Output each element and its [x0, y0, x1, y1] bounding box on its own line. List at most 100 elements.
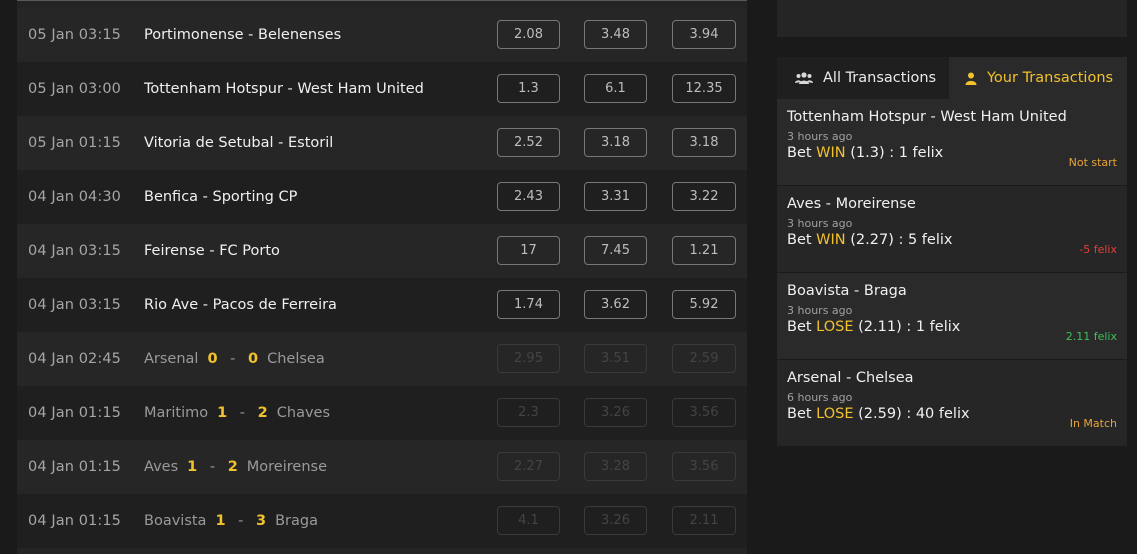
transactions-tabs: All Transactions Your Transactions: [777, 57, 1127, 99]
odds-away-button[interactable]: 5.92: [672, 290, 736, 319]
tab-all-label: All Transactions: [823, 70, 937, 86]
bet-detail: (2.27) : 5 felix: [850, 232, 953, 248]
odds-away-button[interactable]: 3.22: [672, 182, 736, 211]
match-teams: Tottenham Hotspur - West Ham United: [144, 81, 424, 97]
transaction-item[interactable]: Aves - Moreirense 3 hours ago Bet WIN (2.2…: [777, 186, 1127, 272]
odds-draw-button: 3.26: [584, 398, 647, 427]
bet-pick: LOSE: [816, 406, 854, 422]
user-icon: [965, 72, 977, 85]
odds-away-button[interactable]: 1.21: [672, 236, 736, 265]
away-team: Braga: [275, 513, 318, 529]
odds-away-button: 3.56: [672, 398, 736, 427]
odds-draw-button[interactable]: 3.62: [584, 290, 647, 319]
bet-prefix: Bet: [787, 232, 812, 248]
bet-detail: (2.11) : 1 felix: [858, 319, 961, 335]
match-row[interactable]: 05 Jan 03:00 Tottenham Hotspur - West Ham…: [17, 62, 747, 116]
odds-home-button[interactable]: 1.74: [497, 290, 560, 319]
tab-all-transactions[interactable]: All Transactions: [777, 57, 949, 99]
odds-home-button[interactable]: 2.43: [497, 182, 560, 211]
teams-separator: -: [273, 135, 288, 151]
odds-home-button[interactable]: 2.08: [497, 20, 560, 49]
bet-prefix: Bet: [787, 145, 812, 161]
match-time: 04 Jan 02:45: [28, 351, 122, 367]
match-row[interactable]: 04 Jan 02:45 Arsenal 0 - 0 Chelsea 2.95 3.51 2…: [17, 332, 747, 386]
home-score: 0: [207, 351, 218, 367]
odds-draw-button: 3.28: [584, 452, 647, 481]
match-row[interactable]: 04 Jan 03:15 Rio Ave - Pacos de Ferreira 1…: [17, 278, 747, 332]
away-team: FC Porto: [219, 243, 280, 259]
tab-your-label: Your Transactions: [987, 70, 1114, 86]
transaction-match: Boavista - Braga: [787, 283, 907, 299]
top-panel: [777, 0, 1127, 37]
transaction-time: 3 hours ago: [787, 217, 853, 230]
match-row[interactable]: 04 Jan 04:30 Benfica - Sporting CP 2.43 3.3…: [17, 170, 747, 224]
home-team: Aves: [144, 459, 179, 475]
odds-away-button: 3.56: [672, 452, 736, 481]
match-teams: Benfica - Sporting CP: [144, 189, 297, 205]
home-score: 1: [217, 405, 228, 421]
transaction-bet: Bet WIN (1.3) : 1 felix: [787, 145, 1117, 161]
transaction-match: Arsenal - Chelsea: [787, 370, 914, 386]
transaction-time: 6 hours ago: [787, 391, 853, 404]
away-score: 2: [227, 459, 238, 475]
match-teams: Vitoria de Setubal - Estoril: [144, 135, 333, 151]
odds-home-button: 2.95: [497, 344, 560, 373]
transaction-status: Not start: [1068, 156, 1117, 169]
home-score: 1: [187, 459, 198, 475]
home-team: Maritimo: [144, 405, 209, 421]
match-row[interactable]: 05 Jan 01:15 Vitoria de Setubal - Estoril…: [17, 116, 747, 170]
home-team: Boavista: [144, 513, 207, 529]
transaction-item[interactable]: Boavista - Braga 3 hours ago Bet LOSE (2.1…: [777, 273, 1127, 359]
tab-your-transactions[interactable]: Your Transactions: [949, 57, 1127, 99]
match-time: 04 Jan 03:15: [28, 243, 122, 259]
away-score: 3: [256, 513, 267, 529]
match-row[interactable]: 04 Jan 01:15 Aves 1 - 2 Moreirense 2.27 3.28 3…: [17, 440, 747, 494]
transaction-item[interactable]: Tottenham Hotspur - West Ham United 3 hou…: [777, 99, 1127, 185]
bet-detail: (2.59) : 40 felix: [858, 406, 970, 422]
home-team: Tottenham Hotspur: [144, 81, 283, 97]
odds-draw-button[interactable]: 6.1: [584, 74, 647, 103]
away-score: 2: [257, 405, 268, 421]
match-time: 04 Jan 01:15: [28, 405, 122, 421]
odds-away-button[interactable]: 12.35: [672, 74, 736, 103]
teams-separator: -: [198, 189, 213, 205]
odds-home-button: 2.3: [497, 398, 560, 427]
odds-home-button[interactable]: 1.3: [497, 74, 560, 103]
odds-draw-button[interactable]: 3.31: [584, 182, 647, 211]
odds-draw-button: 3.26: [584, 506, 647, 535]
odds-draw-button[interactable]: 3.18: [584, 128, 647, 157]
matches-table: 05 Jan 03:15 Portimonense - Belenenses 2.0…: [17, 0, 747, 554]
teams-separator: -: [243, 27, 258, 43]
away-team: Sporting CP: [212, 189, 298, 205]
teams-separator: -: [204, 243, 220, 259]
match-row[interactable]: 05 Jan 03:15 Portimonense - Belenenses 2.0…: [17, 8, 747, 62]
bet-pick: WIN: [816, 232, 846, 248]
match-row[interactable]: 04 Jan 01:15 Maritimo 1 - 2 Chaves 2.3 3.26 3.…: [17, 386, 747, 440]
match-row[interactable]: 04 Jan 01:15 Boavista 1 - 3 Braga 4.1 3.26 2.1…: [17, 494, 747, 548]
away-team: Moreirense: [246, 459, 327, 475]
odds-home-button[interactable]: 17: [497, 236, 560, 265]
bet-detail: (1.3) : 1 felix: [850, 145, 944, 161]
odds-home-button: 4.1: [497, 506, 560, 535]
odds-away-button[interactable]: 3.18: [672, 128, 736, 157]
odds-home-button[interactable]: 2.52: [497, 128, 560, 157]
teams-separator: -: [198, 297, 213, 313]
home-team: Vitoria de Setubal: [144, 135, 274, 151]
transaction-status: -5 felix: [1079, 243, 1117, 256]
bet-prefix: Bet: [787, 406, 812, 422]
away-score: 0: [248, 351, 259, 367]
transaction-bet: Bet WIN (2.27) : 5 felix: [787, 232, 1117, 248]
home-team: Feirense: [144, 243, 205, 259]
transaction-status: 2.11 felix: [1065, 330, 1117, 343]
odds-draw-button[interactable]: 3.48: [584, 20, 647, 49]
match-row[interactable]: 04 Jan 03:15 Feirense - FC Porto 17 7.45 1.2…: [17, 224, 747, 278]
transaction-item[interactable]: Arsenal - Chelsea 6 hours ago Bet LOSE (2.…: [777, 360, 1127, 446]
odds-draw-button: 3.51: [584, 344, 647, 373]
match-time: 05 Jan 01:15: [28, 135, 122, 151]
home-team: Arsenal: [144, 351, 199, 367]
away-team: Chaves: [276, 405, 331, 421]
home-team: Benfica: [144, 189, 199, 205]
odds-away-button[interactable]: 3.94: [672, 20, 736, 49]
odds-draw-button[interactable]: 7.45: [584, 236, 647, 265]
transaction-time: 3 hours ago: [787, 304, 853, 317]
